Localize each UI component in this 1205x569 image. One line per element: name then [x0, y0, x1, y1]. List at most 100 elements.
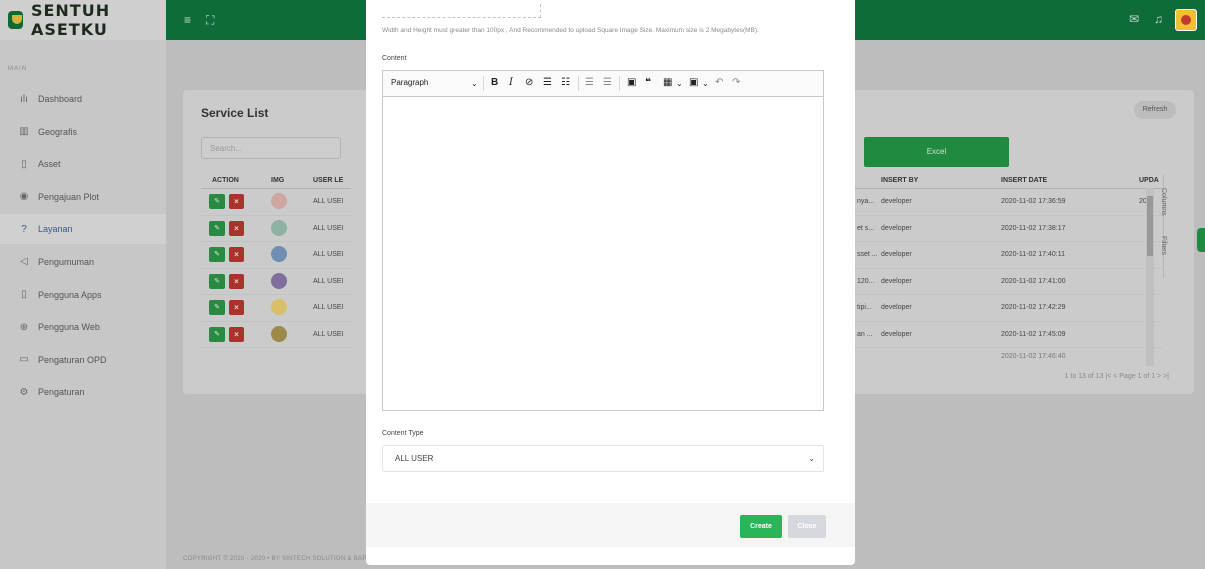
- numbered-list-icon[interactable]: ☷: [561, 77, 570, 88]
- table-row[interactable]: 120... developer 2020-11-02 17:41:00: [855, 269, 1163, 295]
- delete-button[interactable]: ×: [229, 300, 244, 315]
- sidebar-item-label: Pengaturan OPD: [38, 354, 107, 365]
- indent-icon[interactable]: ☰: [603, 77, 612, 88]
- excel-button[interactable]: Excel: [864, 137, 1009, 167]
- media-embed-icon[interactable]: ▣: [689, 77, 698, 88]
- refresh-button[interactable]: Refresh: [1134, 101, 1176, 119]
- sidebar-item-pengumuman[interactable]: ◁ Pengumuman: [0, 247, 166, 277]
- chevron-down-icon[interactable]: ⌄: [702, 79, 709, 88]
- edit-button[interactable]: ✎: [209, 273, 225, 289]
- avatar[interactable]: [1175, 9, 1197, 31]
- bulleted-list-icon[interactable]: ☰: [543, 77, 552, 88]
- monitor-icon: ▭: [19, 354, 29, 366]
- sidebar-item-dashboard[interactable]: ılı Dashboard: [0, 84, 166, 114]
- settings-drawer-tab[interactable]: [1197, 228, 1205, 252]
- paragraph-select[interactable]: Paragraph: [391, 78, 428, 87]
- filters-tab[interactable]: Filters: [1160, 236, 1167, 255]
- table-row[interactable]: tipi... developer 2020-11-02 17:42:29: [855, 295, 1163, 322]
- editor-body[interactable]: [383, 97, 823, 411]
- editor-toolbar: Paragraph ⌄ B I ⊘ ☰ ☷ ☰ ☰ ▣ ❝ ▦ ⌄ ▣ ⌄ ↶ …: [383, 71, 823, 97]
- sidebar-item-label: Asset: [38, 159, 61, 170]
- table-row[interactable]: nya... developer 2020-11-02 17:36:59 20: [855, 189, 1163, 216]
- sidebar-menu: ılı Dashboard ▥ Geografis ▯ Asset ◉ Peng…: [0, 84, 166, 407]
- chevron-down-icon[interactable]: ⌄: [471, 79, 478, 88]
- col-header-insert-date[interactable]: INSERT DATE: [1001, 177, 1047, 184]
- undo-icon[interactable]: ↶: [715, 77, 723, 88]
- fullscreen-icon[interactable]: ⛶: [206, 13, 214, 28]
- globe-icon: ⊕: [19, 321, 29, 333]
- grid-left: ACTION IMG USER LE ✎ × ALL USEI ✎ × ALL …: [201, 174, 351, 364]
- cell-insert-date: 2020-11-02 17:46:40: [1001, 353, 1066, 360]
- sidebar-item-label: Pengaturan: [38, 387, 85, 398]
- sidebar-item-layanan[interactable]: ? Layanan: [0, 214, 166, 245]
- delete-button[interactable]: ×: [229, 247, 244, 262]
- modal-footer: Create Close: [366, 503, 855, 547]
- table-row[interactable]: ✎ × ALL USEI: [201, 216, 351, 242]
- image-icon[interactable]: ▣: [627, 77, 636, 88]
- pagination[interactable]: 1 to 13 of 13 |< < Page 1 of 1 > >|: [1065, 373, 1169, 380]
- table-row[interactable]: ✎ × ALL USEI: [201, 269, 351, 295]
- sidebar-item-pengguna-apps[interactable]: ▯ Pengguna Apps: [0, 280, 166, 310]
- bold-icon[interactable]: B: [491, 77, 498, 88]
- bell-icon[interactable]: ♫: [1154, 12, 1163, 26]
- edit-button[interactable]: ✎: [209, 220, 225, 236]
- cell-content: sset ...: [857, 251, 878, 258]
- delete-button[interactable]: ×: [229, 326, 244, 342]
- create-button[interactable]: Create: [740, 515, 782, 538]
- hamburger-menu-icon[interactable]: ≡: [184, 13, 191, 27]
- vertical-scrollbar[interactable]: [1146, 188, 1154, 366]
- cell-insert-by: developer: [881, 330, 912, 338]
- delete-button[interactable]: ×: [229, 273, 244, 289]
- search-input[interactable]: Search...: [201, 137, 341, 159]
- cell-content: tipi...: [857, 304, 872, 311]
- chevron-down-icon[interactable]: ⌄: [676, 79, 683, 88]
- table-row[interactable]: ✎ × ALL USEI: [201, 189, 351, 216]
- sidebar-item-pengaturan-opd[interactable]: ▭ Pengaturan OPD: [0, 345, 166, 375]
- col-header-img[interactable]: IMG: [271, 177, 284, 184]
- columns-tab[interactable]: Columns: [1160, 188, 1167, 216]
- sidebar-item-pengaturan[interactable]: ⚙ Pengaturan: [0, 377, 166, 407]
- table-row[interactable]: an ... developer 2020-11-02 17:45:09: [855, 322, 1163, 348]
- chevron-down-icon: ⌄: [808, 454, 815, 463]
- italic-icon[interactable]: I: [509, 77, 513, 88]
- table-icon[interactable]: ▦: [663, 77, 672, 88]
- edit-button[interactable]: ✎: [209, 300, 225, 315]
- cell-insert-by: developer: [881, 198, 912, 205]
- delete-button[interactable]: ×: [229, 220, 244, 236]
- sidebar-item-label: Pengajuan Plot: [38, 191, 100, 202]
- service-modal: Width and Height must greater than 100px…: [366, 0, 855, 565]
- edit-button[interactable]: ✎: [209, 247, 225, 262]
- image-upload-dropzone[interactable]: [382, 4, 541, 18]
- book-icon: ▯: [21, 158, 27, 170]
- table-row[interactable]: ✎ × ALL USEI: [201, 295, 351, 322]
- blockquote-icon[interactable]: ❝: [645, 77, 651, 88]
- table-row[interactable]: ✎ × ALL USEI: [201, 322, 351, 348]
- redo-icon[interactable]: ↷: [732, 77, 740, 88]
- cell-insert-date: 2020-11-02 17:36:59: [1001, 198, 1066, 205]
- outdent-icon[interactable]: ☰: [585, 77, 594, 88]
- col-header-update[interactable]: UPDA: [1139, 177, 1159, 184]
- cell-user-level: ALL USEI: [313, 224, 344, 232]
- cell-insert-date: 2020-11-02 17:45:09: [1001, 330, 1066, 338]
- col-header-action[interactable]: ACTION: [212, 177, 239, 184]
- table-row[interactable]: ✎ × ALL USEI: [201, 242, 351, 269]
- table-row[interactable]: et s... developer 2020-11-02 17:38:17: [855, 216, 1163, 242]
- table-row[interactable]: sset ... developer 2020-11-02 17:40:11: [855, 242, 1163, 269]
- delete-button[interactable]: ×: [229, 194, 244, 209]
- sidebar-item-label: Layanan: [38, 224, 73, 235]
- close-button[interactable]: Close: [788, 515, 826, 538]
- mail-icon[interactable]: ✉: [1129, 12, 1139, 26]
- sidebar-item-asset[interactable]: ▯ Asset: [0, 149, 166, 179]
- edit-button[interactable]: ✎: [209, 194, 225, 209]
- brand[interactable]: SENTUH ASETKU: [0, 0, 166, 40]
- sidebar-item-geografis[interactable]: ▥ Geografis: [0, 117, 166, 147]
- sidebar-item-pengajuan-plot[interactable]: ◉ Pengajuan Plot: [0, 182, 166, 212]
- col-header-insert-by[interactable]: INSERT BY: [881, 177, 918, 184]
- gear-icon: ⚙: [19, 386, 29, 398]
- upload-hint: Width and Height must greater than 100px…: [382, 27, 759, 34]
- col-header-user-level[interactable]: USER LE: [313, 177, 343, 184]
- link-icon[interactable]: ⊘: [525, 77, 533, 88]
- sidebar-item-pengguna-web[interactable]: ⊕ Pengguna Web: [0, 312, 166, 342]
- content-type-select[interactable]: ALL USER ⌄: [382, 445, 824, 472]
- edit-button[interactable]: ✎: [209, 326, 225, 342]
